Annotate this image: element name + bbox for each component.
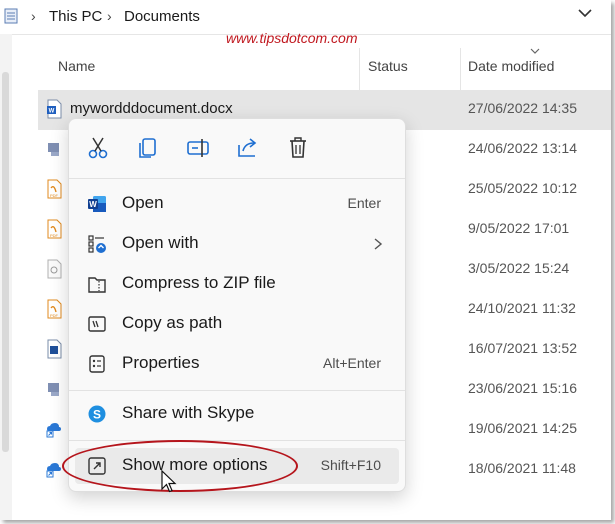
menu-item-open-with[interactable]: Open with (75, 226, 399, 262)
file-date: 3/05/2022 15:24 (468, 260, 570, 276)
rename-icon[interactable] (185, 135, 211, 161)
menu-item-label: Share with Skype (122, 403, 255, 422)
copy-path-icon (88, 316, 106, 332)
file-date: 23/06/2021 15:16 (468, 380, 577, 396)
word-icon: W (88, 196, 106, 212)
cut-icon[interactable] (85, 135, 111, 161)
column-header-row: Name Status Date modified (12, 34, 611, 90)
menu-item-shortcut: Enter (347, 195, 381, 211)
column-divider[interactable] (460, 48, 461, 90)
cloud-shortcut-icon (46, 463, 61, 478)
menu-item-label: Copy as path (122, 313, 223, 332)
file-date: 27/06/2022 14:35 (468, 100, 577, 116)
shortcut-icon (48, 383, 59, 396)
menu-separator (69, 390, 405, 391)
pdf-icon: PDF (47, 299, 62, 319)
pdf-icon: PDF (47, 179, 62, 199)
file-explorer-window: › This PC › Documents www.tipsdotcom.com… (0, 0, 611, 520)
share-icon[interactable] (235, 135, 261, 161)
cloud-shortcut-icon (46, 423, 61, 438)
file-date: 25/05/2022 10:12 (468, 180, 577, 196)
delete-icon[interactable] (285, 135, 311, 161)
menu-item-compress-zip[interactable]: Compress to ZIP file (75, 266, 399, 302)
context-menu: W Open Enter Open with Compress to ZIP f… (68, 118, 406, 492)
file-icon (47, 259, 62, 279)
zip-icon (88, 277, 106, 293)
file-date: 16/07/2021 13:52 (468, 340, 577, 356)
breadcrumb-separator-icon: › (31, 8, 36, 24)
copy-icon[interactable] (135, 135, 161, 161)
column-divider[interactable] (359, 48, 360, 90)
menu-item-label: Open with (122, 233, 199, 252)
menu-item-label: Open (122, 193, 164, 212)
properties-icon (89, 355, 105, 373)
file-name: mywordddocument.docx (70, 100, 233, 117)
menu-separator (69, 440, 405, 441)
chevron-right-icon (374, 238, 383, 250)
sort-chevron-icon (530, 48, 540, 54)
breadcrumb-this-pc[interactable]: This PC (49, 8, 102, 25)
menu-item-copy-as-path[interactable]: Copy as path (75, 306, 399, 342)
svg-text:PDF: PDF (50, 313, 59, 318)
open-with-icon (88, 235, 106, 253)
word-doc-icon: W (47, 99, 62, 119)
image-icon (47, 339, 62, 359)
chevron-down-icon[interactable] (578, 8, 592, 18)
file-date: 9/05/2022 17:01 (468, 220, 570, 236)
breadcrumb-documents[interactable]: Documents (124, 8, 200, 25)
menu-item-shortcut: Shift+F10 (320, 457, 381, 473)
svg-text:PDF: PDF (50, 193, 59, 198)
menu-item-share-skype[interactable]: S Share with Skype (75, 396, 399, 432)
navigation-scrollbar[interactable] (2, 72, 9, 452)
svg-text:PDF: PDF (50, 233, 59, 238)
menu-item-label: Properties (122, 353, 200, 372)
file-date: 19/06/2021 14:25 (468, 420, 577, 436)
column-name-header[interactable]: Name (58, 58, 95, 74)
file-date: 24/10/2021 11:32 (468, 300, 576, 316)
file-date: 18/06/2021 11:48 (468, 460, 576, 476)
svg-text:W: W (49, 109, 55, 115)
column-date-modified-header[interactable]: Date modified (468, 58, 554, 74)
file-date: 24/06/2022 13:14 (468, 140, 577, 156)
breadcrumb-separator-icon: › (107, 8, 112, 24)
skype-icon: S (88, 405, 106, 423)
pdf-icon: PDF (47, 219, 62, 239)
highlight-oval (62, 440, 298, 492)
menu-item-properties[interactable]: Properties Alt+Enter (75, 346, 399, 382)
menu-item-shortcut: Alt+Enter (323, 355, 381, 371)
menu-separator (69, 178, 405, 179)
view-icon[interactable] (4, 8, 18, 24)
mouse-cursor-icon (161, 470, 177, 493)
menu-item-label: Compress to ZIP file (122, 273, 276, 292)
column-status-header[interactable]: Status (368, 58, 408, 74)
shortcut-icon (48, 143, 59, 156)
svg-text:S: S (93, 408, 101, 422)
menu-item-open[interactable]: W Open Enter (75, 186, 399, 222)
svg-text:W: W (89, 200, 97, 209)
